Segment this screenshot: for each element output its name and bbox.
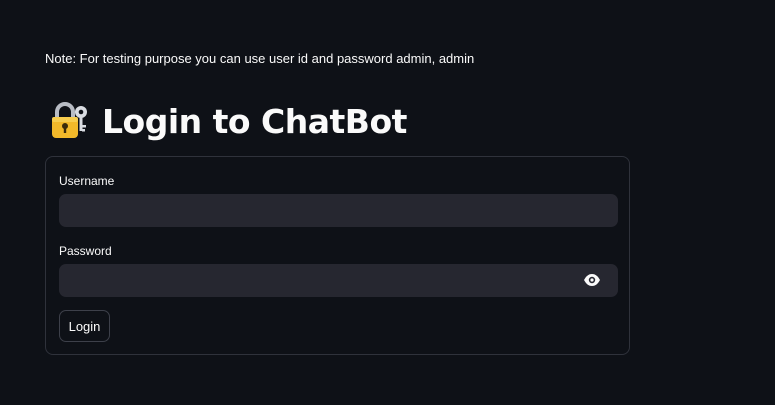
password-field — [59, 264, 618, 297]
login-page: Note: For testing purpose you can use us… — [0, 0, 775, 405]
page-header: Login to ChatBot — [48, 98, 407, 144]
password-input[interactable] — [59, 264, 618, 297]
page-title: Login to ChatBot — [102, 101, 407, 141]
eye-icon[interactable] — [583, 273, 601, 287]
username-input[interactable] — [59, 194, 618, 227]
login-form: Username Password Login — [45, 156, 630, 355]
locked-with-key-icon — [48, 100, 90, 142]
login-button[interactable]: Login — [59, 310, 110, 342]
testing-note: Note: For testing purpose you can use us… — [45, 51, 475, 66]
password-label: Password — [59, 244, 112, 258]
username-label: Username — [59, 174, 115, 188]
